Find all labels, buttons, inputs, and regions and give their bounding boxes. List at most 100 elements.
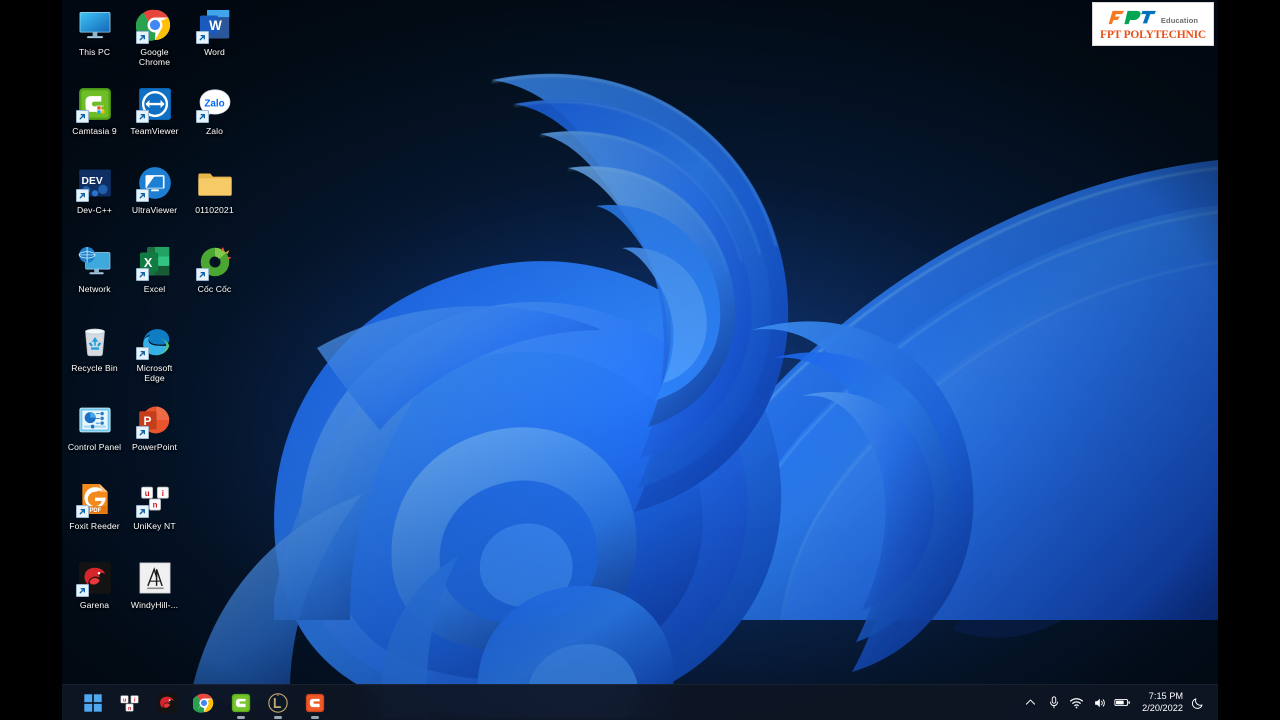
windyhill-icon: [136, 559, 174, 597]
running-indicator: [311, 716, 319, 719]
desktop-icon-network[interactable]: Network: [65, 239, 124, 318]
desktop-icon-excel[interactable]: X Excel: [125, 239, 184, 318]
desktop-icon-foxit-reader[interactable]: PDF Foxit Reeder: [65, 476, 124, 555]
desktop-icon-empty-4: [185, 555, 244, 634]
desktop-icon-dev-cpp[interactable]: DEV Dev-C++: [65, 160, 124, 239]
icon-label: Excel: [143, 284, 166, 294]
taskbar-start-button[interactable]: [78, 688, 108, 718]
taskbar[interactable]: u i n 7:15 PM 2/20/2022: [62, 684, 1218, 720]
shortcut-arrow-icon: [195, 268, 209, 281]
taskbar-camtasia-recorder-button[interactable]: [300, 688, 330, 719]
foxit-reader-icon: PDF: [75, 480, 114, 518]
desktop-icon-unikey-nt[interactable]: u i n UniKey NT: [125, 476, 184, 555]
network-icon: [76, 243, 114, 281]
desktop-icon-microsoft-edge[interactable]: Microsoft Edge: [125, 318, 184, 397]
icon-label: 01102021: [195, 205, 234, 215]
desktop-icon-empty-3: [185, 476, 244, 555]
svg-text:DEV: DEV: [81, 176, 102, 187]
desktop-icon-grid[interactable]: This PC Google Chrome W Word Camtasia 9 …: [62, 0, 247, 634]
system-tray[interactable]: 7:15 PM 2/20/2022: [1019, 688, 1208, 718]
fpt-education-logo: Education: [1108, 7, 1198, 27]
icon-label: Network: [78, 284, 111, 294]
desktop-icon-google-chrome[interactable]: Google Chrome: [125, 2, 184, 81]
desktop-icon-zalo[interactable]: Zalo Zalo: [185, 81, 244, 160]
dev-cpp-icon: DEV: [75, 164, 114, 202]
camtasia-9-icon: [75, 85, 114, 123]
desktop-icon-teamviewer[interactable]: TeamViewer: [125, 81, 184, 160]
svg-text:Zalo: Zalo: [204, 98, 224, 109]
empty-cell: [196, 322, 234, 360]
google-chrome-icon: [193, 693, 214, 713]
desktop-icon-word[interactable]: W Word: [185, 2, 244, 81]
speaker-icon[interactable]: [1088, 688, 1111, 718]
microsoft-edge-icon: [135, 322, 174, 360]
shortcut-arrow-icon: [135, 347, 149, 360]
microsoft-excel-icon: X: [135, 243, 174, 281]
desktop-icon-this-pc[interactable]: This PC: [65, 2, 124, 81]
shortcut-arrow-icon: [135, 268, 149, 281]
icon-label: TeamViewer: [130, 126, 179, 136]
icon-label: Garena: [79, 600, 110, 610]
screen: This PC Google Chrome W Word Camtasia 9 …: [0, 0, 1280, 720]
fpt-polytechnic-title: FPT POLYTECHNIC: [1100, 29, 1206, 41]
shortcut-arrow-icon: [75, 189, 89, 202]
shortcut-arrow-icon: [135, 426, 149, 439]
desktop-icon-windyhill[interactable]: WindyHill-...: [125, 555, 184, 634]
league-of-legends-icon: [268, 692, 288, 713]
svg-text:n: n: [152, 501, 157, 510]
desktop-icon-folder-01102021[interactable]: 01102021: [185, 160, 244, 239]
empty-cell: [196, 401, 234, 439]
moon-do-not-disturb-icon[interactable]: [1188, 688, 1208, 718]
shortcut-arrow-icon: [135, 31, 149, 44]
garena-icon: [75, 559, 114, 597]
svg-text:PDF: PDF: [89, 508, 101, 514]
taskbar-clock[interactable]: 7:15 PM 2/20/2022: [1142, 691, 1183, 714]
desktop-icon-ultraviewer[interactable]: UltraViewer: [125, 160, 184, 239]
icon-label: Control Panel: [67, 442, 122, 452]
shortcut-arrow-icon: [135, 505, 149, 518]
fpt-letters-icon: [1108, 10, 1156, 25]
shortcut-arrow-icon: [195, 31, 209, 44]
desktop[interactable]: This PC Google Chrome W Word Camtasia 9 …: [62, 0, 1218, 720]
windows-start-icon: [84, 693, 102, 712]
icon-label: Zalo: [205, 126, 224, 136]
desktop-icon-camtasia-9[interactable]: Camtasia 9: [65, 81, 124, 160]
wifi-icon[interactable]: [1065, 688, 1088, 718]
desktop-icon-recycle-bin[interactable]: Recycle Bin: [65, 318, 124, 397]
taskbar-app-buttons[interactable]: u i n: [78, 688, 330, 719]
running-indicator: [274, 716, 282, 719]
desktop-icon-empty-2: [185, 397, 244, 476]
show-hidden-icons-chevron[interactable]: [1019, 688, 1042, 718]
clock-date: 2/20/2022: [1142, 702, 1183, 713]
empty-cell: [196, 480, 234, 518]
desktop-icon-powerpoint[interactable]: P PowerPoint: [125, 397, 184, 476]
microphone-icon[interactable]: [1042, 688, 1065, 718]
taskbar-league-of-legends-button[interactable]: [263, 688, 293, 719]
desktop-icon-empty-1: [185, 318, 244, 397]
icon-label: Recycle Bin: [71, 363, 118, 373]
desktop-icon-garena[interactable]: Garena: [65, 555, 124, 634]
taskbar-garena-button[interactable]: [152, 688, 182, 718]
svg-text:i: i: [161, 489, 163, 498]
desktop-icon-control-panel[interactable]: Control Panel: [65, 397, 124, 476]
clock-time: 7:15 PM: [1148, 691, 1183, 701]
svg-text:u: u: [144, 489, 149, 498]
taskbar-unikey-button[interactable]: u i n: [115, 688, 145, 718]
ultraviewer-icon: [135, 164, 174, 202]
shortcut-arrow-icon: [195, 110, 209, 123]
recycle-bin-icon: [76, 322, 114, 360]
unikey-icon: u i n: [120, 694, 139, 711]
icon-label: Dev-C++: [76, 205, 113, 215]
teamviewer-icon: [135, 85, 174, 123]
svg-text:u: u: [123, 697, 126, 703]
battery-icon[interactable]: [1111, 688, 1134, 718]
icon-label: Camtasia 9: [72, 126, 117, 136]
icon-label: Foxit Reeder: [69, 521, 120, 531]
control-panel-icon: [76, 401, 114, 439]
empty-cell: [196, 559, 234, 597]
running-indicator: [237, 716, 245, 719]
desktop-icon-coc-coc[interactable]: Cốc Cốc: [185, 239, 244, 318]
taskbar-chrome-button[interactable]: [189, 688, 219, 718]
icon-label: UltraViewer: [131, 205, 178, 215]
taskbar-camtasia-button[interactable]: [226, 688, 256, 719]
